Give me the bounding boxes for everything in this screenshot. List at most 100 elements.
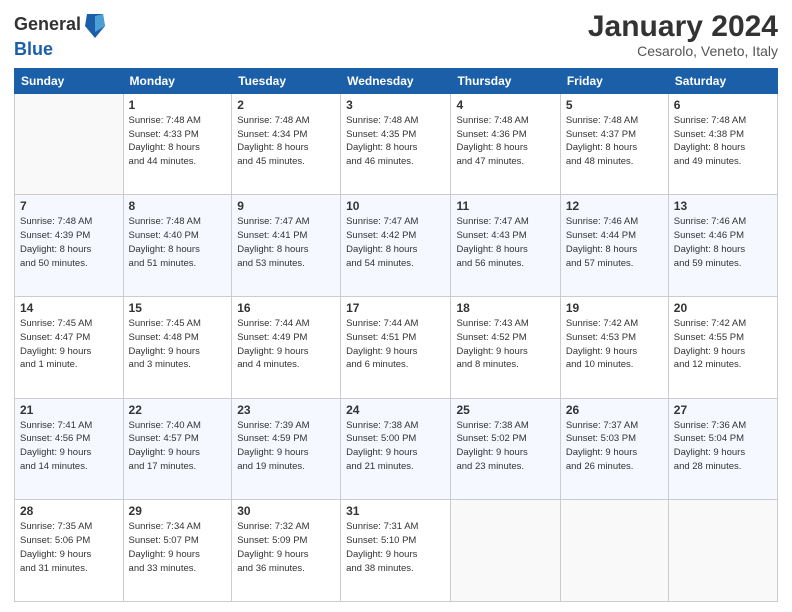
calendar-cell: 5 Sunrise: 7:48 AMSunset: 4:37 PMDaylight… [560,93,668,195]
day-number: 25 [456,403,554,417]
day-info: Sunrise: 7:39 AMSunset: 4:59 PMDaylight:… [237,419,335,474]
day-info: Sunrise: 7:37 AMSunset: 5:03 PMDaylight:… [566,419,663,474]
day-number: 29 [129,504,227,518]
calendar-cell: 16Sunrise: 7:44 AMSunset: 4:49 PMDayligh… [232,297,341,399]
calendar-cell: 6 Sunrise: 7:48 AMSunset: 4:38 PMDaylight… [668,93,777,195]
logo-general: General [14,15,81,35]
calendar-body: 1 Sunrise: 7:48 AMSunset: 4:33 PMDaylight… [15,93,778,601]
day-info: Sunrise: 7:32 AMSunset: 5:09 PMDaylight:… [237,520,335,575]
logo-text: General Blue [14,10,107,60]
calendar-cell: 4Sunrise: 7:48 AMSunset: 4:36 PMDaylight… [451,93,560,195]
calendar-cell: 11 Sunrise: 7:47 AMSunset: 4:43 PMDayligh… [451,195,560,297]
calendar-cell: 24 Sunrise: 7:38 AMSunset: 5:00 PMDayligh… [341,398,451,500]
day-info: Sunrise: 7:42 AMSunset: 4:53 PMDaylight:… [566,317,663,372]
day-info: Sunrise: 7:31 AMSunset: 5:10 PMDaylight:… [346,520,445,575]
calendar-week-row: 21 Sunrise: 7:41 AMSunset: 4:56 PMDayligh… [15,398,778,500]
day-number: 12 [566,199,663,213]
day-info: Sunrise: 7:48 AMSunset: 4:36 PMDaylight:… [456,114,554,169]
day-number: 13 [674,199,772,213]
day-number: 24 [346,403,445,417]
calendar-cell: 2 Sunrise: 7:48 AMSunset: 4:34 PMDaylight… [232,93,341,195]
day-number: 14 [20,301,118,315]
header: General Blue January 2024 Cesarolo, Vene… [14,10,778,60]
day-number: 28 [20,504,118,518]
weekday-header-cell: Tuesday [232,68,341,93]
day-info: Sunrise: 7:48 AMSunset: 4:38 PMDaylight:… [674,114,772,169]
day-info: Sunrise: 7:48 AMSunset: 4:34 PMDaylight:… [237,114,335,169]
day-number: 27 [674,403,772,417]
day-number: 8 [129,199,227,213]
day-info: Sunrise: 7:48 AMSunset: 4:33 PMDaylight:… [129,114,227,169]
day-number: 6 [674,98,772,112]
calendar-cell: 27 Sunrise: 7:36 AMSunset: 5:04 PMDayligh… [668,398,777,500]
day-number: 31 [346,504,445,518]
calendar-cell: 17 Sunrise: 7:44 AMSunset: 4:51 PMDayligh… [341,297,451,399]
calendar-week-row: 7Sunrise: 7:48 AMSunset: 4:39 PMDaylight… [15,195,778,297]
calendar-cell: 3Sunrise: 7:48 AMSunset: 4:35 PMDaylight… [341,93,451,195]
title-area: January 2024 Cesarolo, Veneto, Italy [588,10,778,59]
day-info: Sunrise: 7:48 AMSunset: 4:37 PMDaylight:… [566,114,663,169]
day-number: 11 [456,199,554,213]
day-info: Sunrise: 7:47 AMSunset: 4:42 PMDaylight:… [346,215,445,270]
calendar-cell: 1 Sunrise: 7:48 AMSunset: 4:33 PMDaylight… [123,93,232,195]
day-number: 2 [237,98,335,112]
day-number: 26 [566,403,663,417]
day-info: Sunrise: 7:40 AMSunset: 4:57 PMDaylight:… [129,419,227,474]
day-number: 19 [566,301,663,315]
calendar-cell: 10 Sunrise: 7:47 AMSunset: 4:42 PMDayligh… [341,195,451,297]
day-info: Sunrise: 7:47 AMSunset: 4:43 PMDaylight:… [456,215,554,270]
day-number: 1 [129,98,227,112]
calendar-cell: 19 Sunrise: 7:42 AMSunset: 4:53 PMDayligh… [560,297,668,399]
day-info: Sunrise: 7:44 AMSunset: 4:51 PMDaylight:… [346,317,445,372]
weekday-header-cell: Wednesday [341,68,451,93]
calendar-cell: 23 Sunrise: 7:39 AMSunset: 4:59 PMDayligh… [232,398,341,500]
day-info: Sunrise: 7:47 AMSunset: 4:41 PMDaylight:… [237,215,335,270]
calendar-cell: 14 Sunrise: 7:45 AMSunset: 4:47 PMDayligh… [15,297,124,399]
day-number: 16 [237,301,335,315]
calendar-cell: 29 Sunrise: 7:34 AMSunset: 5:07 PMDayligh… [123,500,232,602]
day-info: Sunrise: 7:38 AMSunset: 5:02 PMDaylight:… [456,419,554,474]
calendar-cell: 26 Sunrise: 7:37 AMSunset: 5:03 PMDayligh… [560,398,668,500]
day-info: Sunrise: 7:48 AMSunset: 4:35 PMDaylight:… [346,114,445,169]
location: Cesarolo, Veneto, Italy [588,43,778,59]
day-number: 18 [456,301,554,315]
calendar-cell: 20Sunrise: 7:42 AMSunset: 4:55 PMDayligh… [668,297,777,399]
day-info: Sunrise: 7:41 AMSunset: 4:56 PMDaylight:… [20,419,118,474]
calendar-week-row: 28Sunrise: 7:35 AMSunset: 5:06 PMDayligh… [15,500,778,602]
calendar-cell: 21 Sunrise: 7:41 AMSunset: 4:56 PMDayligh… [15,398,124,500]
day-number: 22 [129,403,227,417]
day-info: Sunrise: 7:45 AMSunset: 4:48 PMDaylight:… [129,317,227,372]
day-info: Sunrise: 7:34 AMSunset: 5:07 PMDaylight:… [129,520,227,575]
day-number: 7 [20,199,118,213]
day-number: 10 [346,199,445,213]
day-info: Sunrise: 7:36 AMSunset: 5:04 PMDaylight:… [674,419,772,474]
calendar-cell: 31 Sunrise: 7:31 AMSunset: 5:10 PMDayligh… [341,500,451,602]
day-number: 23 [237,403,335,417]
calendar-cell: 28Sunrise: 7:35 AMSunset: 5:06 PMDayligh… [15,500,124,602]
weekday-header-cell: Sunday [15,68,124,93]
day-number: 5 [566,98,663,112]
calendar-cell [15,93,124,195]
calendar-cell [668,500,777,602]
day-info: Sunrise: 7:46 AMSunset: 4:44 PMDaylight:… [566,215,663,270]
day-number: 20 [674,301,772,315]
weekday-header-cell: Thursday [451,68,560,93]
day-info: Sunrise: 7:38 AMSunset: 5:00 PMDaylight:… [346,419,445,474]
day-number: 15 [129,301,227,315]
logo-area: General Blue [14,10,107,60]
calendar-cell: 8Sunrise: 7:48 AMSunset: 4:40 PMDaylight… [123,195,232,297]
calendar-week-row: 14 Sunrise: 7:45 AMSunset: 4:47 PMDayligh… [15,297,778,399]
logo-icon [83,12,107,40]
page: General Blue January 2024 Cesarolo, Vene… [0,0,792,612]
month-year: January 2024 [588,10,778,43]
day-number: 17 [346,301,445,315]
day-number: 21 [20,403,118,417]
day-info: Sunrise: 7:45 AMSunset: 4:47 PMDaylight:… [20,317,118,372]
calendar-table: SundayMondayTuesdayWednesdayThursdayFrid… [14,68,778,602]
logo-blue: Blue [14,40,107,60]
calendar-cell: 30 Sunrise: 7:32 AMSunset: 5:09 PMDayligh… [232,500,341,602]
day-number: 30 [237,504,335,518]
weekday-header-cell: Monday [123,68,232,93]
calendar-cell: 15 Sunrise: 7:45 AMSunset: 4:48 PMDayligh… [123,297,232,399]
day-info: Sunrise: 7:46 AMSunset: 4:46 PMDaylight:… [674,215,772,270]
